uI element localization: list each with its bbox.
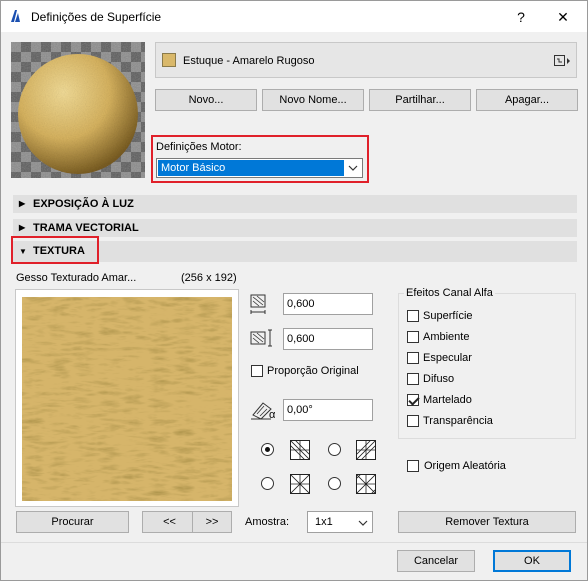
texture-angle-input[interactable]: 0,00° xyxy=(283,399,373,421)
texture-width-icon xyxy=(250,294,266,314)
close-button[interactable]: ✕ xyxy=(548,5,578,29)
keep-ratio-checkbox[interactable] xyxy=(251,365,263,377)
alpha-effect-label: Difuso xyxy=(423,373,455,385)
alpha-effect-checkbox[interactable] xyxy=(407,331,419,343)
alignment-radio-3[interactable] xyxy=(261,477,274,490)
texture-height-input[interactable]: 0,600 xyxy=(283,328,373,350)
random-origin-checkbox[interactable] xyxy=(407,460,419,472)
pattern-align-3-icon xyxy=(290,474,310,494)
footer-divider xyxy=(1,542,587,543)
alpha-effects-title: Efeitos Canal Alfa xyxy=(404,287,495,299)
alpha-effect-checkbox[interactable] xyxy=(407,352,419,364)
engine-select[interactable]: Motor Básico xyxy=(156,158,363,178)
chevron-down-icon xyxy=(348,165,358,171)
title-bar: Definições de Superfície ? ✕ xyxy=(1,1,587,32)
delete-button[interactable]: Apagar... xyxy=(476,89,578,111)
previous-texture-button[interactable]: << xyxy=(142,511,197,533)
engine-select-value: Motor Básico xyxy=(158,160,344,176)
section-light-exposure[interactable]: ▶ EXPOSIÇÃO À LUZ xyxy=(13,195,577,213)
ok-button[interactable]: OK xyxy=(493,550,571,572)
texture-name: Gesso Texturado Amar... xyxy=(16,272,137,284)
texture-preview-image xyxy=(22,297,232,501)
browse-button[interactable]: Procurar xyxy=(16,511,129,533)
alignment-radio-2[interactable] xyxy=(328,443,341,456)
texture-preview-frame xyxy=(15,289,239,507)
texture-width-input[interactable]: 0,600 xyxy=(283,293,373,315)
section-light-label: EXPOSIÇÃO À LUZ xyxy=(33,198,134,210)
window-title: Definições de Superfície xyxy=(31,10,162,24)
cancel-button[interactable]: Cancelar xyxy=(397,550,475,572)
alpha-effect-label: Ambiente xyxy=(423,331,470,343)
alpha-effect-label: Transparência xyxy=(423,415,493,427)
surface-name-panel[interactable]: Estuque - Amarelo Rugoso xyxy=(155,42,577,78)
sample-label: Amostra: xyxy=(245,516,290,528)
surface-settings-dialog: Definições de Superfície ? ✕ Estuque - A… xyxy=(0,0,588,581)
material-preview xyxy=(11,42,145,178)
surface-library-icon[interactable] xyxy=(554,55,572,67)
pattern-align-1-icon xyxy=(290,440,310,460)
new-button[interactable]: Novo... xyxy=(155,89,257,111)
surface-color-swatch xyxy=(162,53,176,67)
alpha-effect-checkbox[interactable] xyxy=(407,394,419,406)
expand-arrow-icon: ▶ xyxy=(19,199,26,208)
app-logo-icon xyxy=(11,10,20,22)
help-button[interactable]: ? xyxy=(506,5,536,29)
alpha-effect-label: Martelado xyxy=(423,394,472,406)
alignment-radio-1[interactable] xyxy=(261,443,274,456)
chevron-down-icon xyxy=(358,520,368,526)
surface-name: Estuque - Amarelo Rugoso xyxy=(183,55,315,67)
pattern-align-4-icon xyxy=(356,474,376,494)
texture-highlight-box xyxy=(11,236,99,264)
angle-symbol: α xyxy=(269,409,276,421)
engine-label: Definições Motor: xyxy=(156,141,242,153)
sample-select-value: 1x1 xyxy=(315,516,333,528)
expand-arrow-icon: ▶ xyxy=(19,223,26,232)
section-vector-label: TRAMA VECTORIAL xyxy=(33,222,139,234)
section-vector-hatching[interactable]: ▶ TRAMA VECTORIAL xyxy=(13,219,577,237)
pattern-align-2-icon xyxy=(356,440,376,460)
texture-height-icon xyxy=(250,329,272,347)
sample-select[interactable]: 1x1 xyxy=(307,511,373,533)
share-button[interactable]: Partilhar... xyxy=(369,89,471,111)
keep-ratio-label: Proporção Original xyxy=(267,365,359,377)
alpha-effect-label: Especular xyxy=(423,352,472,364)
alpha-effect-checkbox[interactable] xyxy=(407,373,419,385)
random-origin-label: Origem Aleatória xyxy=(424,460,506,472)
alpha-effect-label: Superfície xyxy=(423,310,473,322)
new-name-button[interactable]: Novo Nome... xyxy=(262,89,364,111)
remove-texture-button[interactable]: Remover Textura xyxy=(398,511,576,533)
preview-sphere-image xyxy=(11,42,145,178)
alpha-effect-checkbox[interactable] xyxy=(407,310,419,322)
alpha-effect-checkbox[interactable] xyxy=(407,415,419,427)
texture-size: (256 x 192) xyxy=(181,272,237,284)
alignment-radio-4[interactable] xyxy=(328,477,341,490)
next-texture-button[interactable]: >> xyxy=(192,511,232,533)
